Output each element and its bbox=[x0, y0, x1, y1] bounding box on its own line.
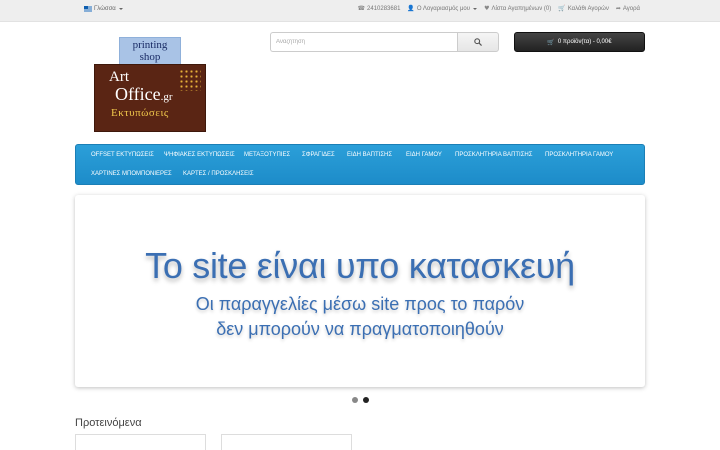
featured-heading: Προτεινόμενα bbox=[75, 417, 142, 429]
logo-office-text: Office.gr bbox=[115, 85, 173, 106]
product-card[interactable] bbox=[221, 434, 352, 450]
cart-link[interactable]: 🛒 Καλάθι Αγορών bbox=[558, 5, 609, 12]
account-label: Ο Λογαριασμός μου bbox=[416, 5, 471, 12]
product-card[interactable] bbox=[75, 434, 206, 450]
shopping-cart-icon: 🛒 bbox=[558, 5, 566, 12]
logo-gr-suffix: .gr bbox=[160, 91, 173, 103]
slide-subtext-line1: Οι παραγγελίες μέσω site προς το παρόν bbox=[195, 294, 525, 314]
slide-subtext-line2: δεν μπορούν να πραγματοποιηθούν bbox=[216, 319, 504, 339]
language-label: Γλώσσα bbox=[94, 6, 116, 12]
nav-item-wedding[interactable]: ΕΙΔΗ ΓΑΜΟΥ bbox=[406, 152, 442, 158]
main-navigation: OFFSET ΕΚΤΥΠΩΣΕΙΣ ΨΗΦΙΑΚΕΣ ΕΚΤΥΠΩΣΕΙΣ ΜΕ… bbox=[75, 144, 645, 185]
nav-item-digital[interactable]: ΨΗΦΙΑΚΕΣ ΕΚΤΥΠΩΣΕΙΣ bbox=[164, 152, 235, 158]
logo-art-text: Art bbox=[109, 69, 129, 85]
checkout-label: Αγορά bbox=[622, 5, 640, 12]
slider-dot-2[interactable] bbox=[363, 397, 369, 403]
phone-icon: ☎ bbox=[357, 5, 366, 12]
logo-artoffice: Art Office.gr Εκτυπώσεις bbox=[94, 64, 206, 132]
hero-slider[interactable]: Το site είναι υπο κατασκευή Οι παραγγελί… bbox=[75, 195, 645, 387]
heart-icon: ♥ bbox=[484, 5, 490, 12]
nav-item-baptism-invites[interactable]: ΠΡΟΣΚΛΗΤΗΡΙΑ ΒΑΠΤΙΣΗΣ bbox=[455, 152, 532, 158]
logo-line-shop: shop bbox=[139, 51, 161, 63]
cart-dropdown-button[interactable]: 🛒 0 προϊόν(τα) - 0,00€ bbox=[514, 32, 645, 52]
user-icon: 👤 bbox=[407, 5, 415, 12]
site-logo[interactable]: printing shop Art Office.gr Εκτυπώσεις bbox=[94, 37, 207, 134]
account-link[interactable]: 👤 Ο Λογαριασμός μου bbox=[407, 5, 478, 12]
nav-item-wedding-invites[interactable]: ΠΡΟΣΚΛΗΤΗΡΙΑ ΓΑΜΟΥ bbox=[545, 152, 613, 158]
search-input[interactable] bbox=[270, 32, 458, 52]
share-arrow-icon: ➦ bbox=[615, 5, 621, 12]
top-links: ☎ 2410283681 👤 Ο Λογαριασμός μου ♥ Λίστα… bbox=[358, 5, 640, 12]
caret-down-icon bbox=[118, 8, 123, 10]
nav-item-cards[interactable]: ΚΑΡΤΕΣ / ΠΡΟΣΚΛΗΣΕΙΣ bbox=[183, 171, 254, 177]
greek-flag-icon bbox=[84, 6, 92, 12]
caret-down-icon bbox=[473, 7, 478, 10]
language-selector[interactable]: Γλώσσα bbox=[84, 6, 123, 12]
nav-item-paper-favors[interactable]: ΧΑΡΤΙΝΕΣ ΜΠΟΜΠΟΝΙΕΡΕΣ bbox=[91, 171, 172, 177]
slider-pagination bbox=[352, 397, 369, 403]
cart-summary: 0 προϊόν(τα) - 0,00€ bbox=[557, 39, 612, 45]
slide-headline: Το site είναι υπο κατασκευή bbox=[145, 245, 575, 286]
nav-item-stamps[interactable]: ΣΦΡΑΓΙΔΕΣ bbox=[302, 152, 335, 158]
logo-subtitle: Εκτυπώσεις bbox=[111, 107, 169, 119]
nav-item-baptism[interactable]: ΕΙΔΗ ΒΑΠΤΙΣΗΣ bbox=[347, 152, 392, 158]
slider-dot-1[interactable] bbox=[352, 397, 358, 403]
nav-item-silkscreen[interactable]: ΜΕΤΑΞΟΤΥΠΙΕΣ bbox=[244, 152, 290, 158]
search-button[interactable] bbox=[457, 32, 499, 52]
top-bar: Γλώσσα ☎ 2410283681 👤 Ο Λογαριασμός μου … bbox=[0, 0, 720, 22]
nav-item-offset[interactable]: OFFSET ΕΚΤΥΠΩΣΕΙΣ bbox=[91, 152, 154, 158]
wishlist-label: Λίστα Αγαπημένων (0) bbox=[491, 5, 552, 12]
shopping-cart-icon: 🛒 bbox=[547, 38, 555, 46]
logo-office-word: Office bbox=[115, 84, 161, 104]
logo-printing-shop: printing shop bbox=[119, 37, 181, 65]
search-icon bbox=[474, 38, 482, 46]
checkout-link[interactable]: ➦ Αγορά bbox=[616, 5, 640, 12]
phone-link[interactable]: ☎ 2410283681 bbox=[358, 5, 401, 12]
logo-dot-pattern bbox=[179, 69, 201, 91]
logo-line-printing: printing bbox=[132, 39, 168, 51]
cart-link-label: Καλάθι Αγορών bbox=[567, 5, 609, 12]
wishlist-link[interactable]: ♥ Λίστα Αγαπημένων (0) bbox=[484, 5, 551, 12]
phone-number: 2410283681 bbox=[367, 5, 401, 12]
